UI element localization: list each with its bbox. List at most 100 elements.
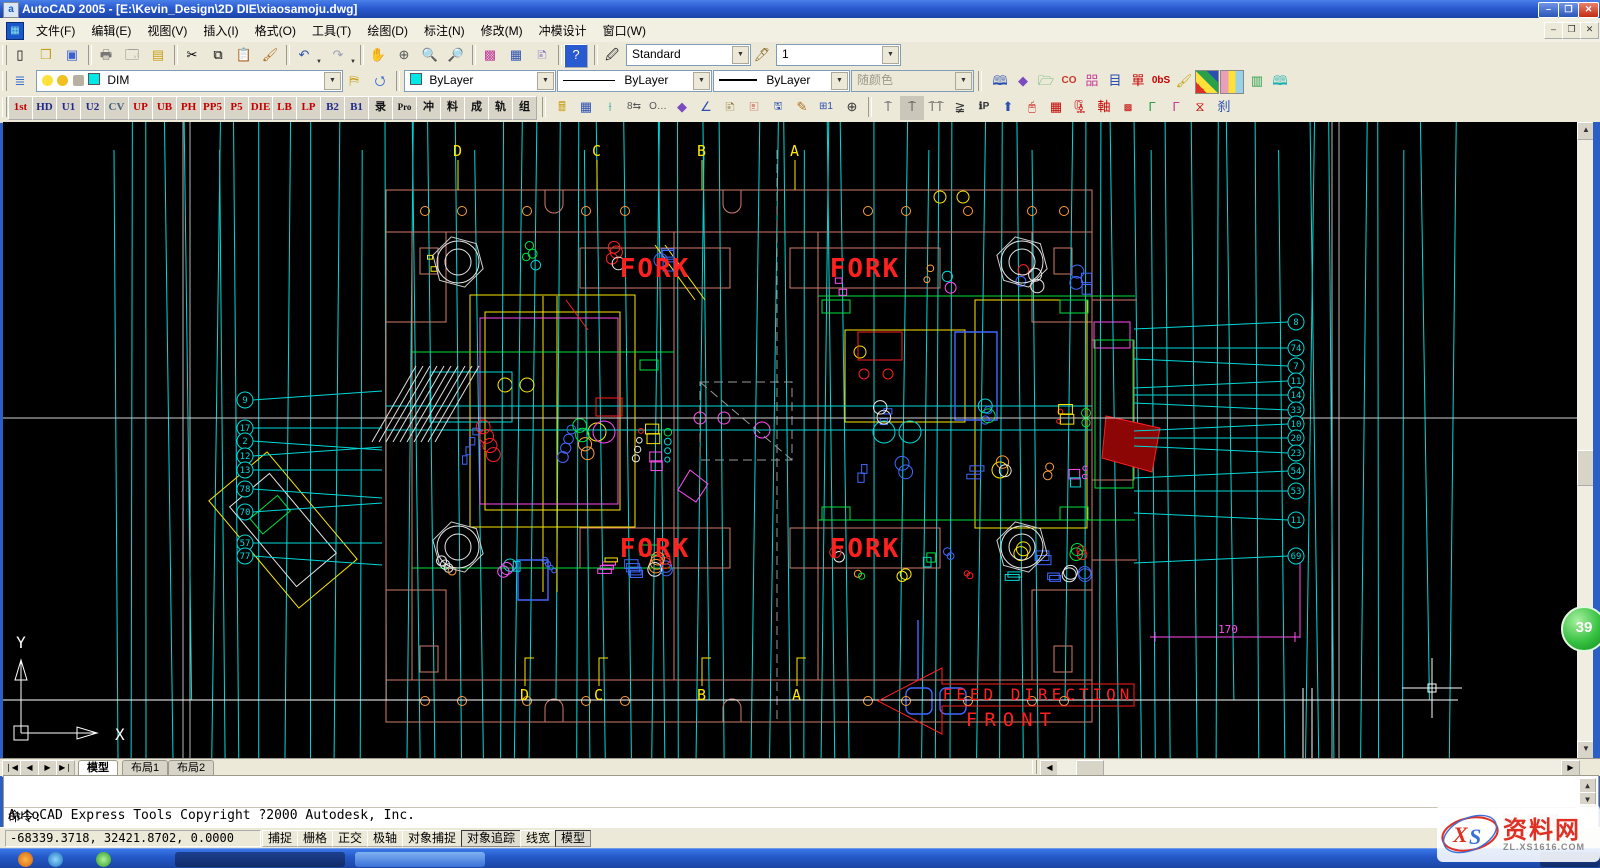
toggle-model[interactable]: 模型 bbox=[555, 830, 591, 847]
new-icon[interactable] bbox=[8, 44, 32, 68]
dim-quick-icon[interactable] bbox=[622, 96, 646, 120]
toggle-polar[interactable]: 极轴 bbox=[367, 830, 403, 847]
die-button-cv[interactable]: CV bbox=[104, 96, 129, 120]
tab-layout2[interactable]: 布局2 bbox=[168, 760, 214, 776]
toolbar-grip[interactable] bbox=[2, 45, 7, 65]
die-button-lp[interactable]: LP bbox=[296, 96, 321, 120]
doc-restore-button[interactable]: ❐ bbox=[1562, 22, 1581, 39]
lock-icon[interactable] bbox=[73, 75, 84, 86]
make-layer-current-icon[interactable] bbox=[342, 70, 366, 94]
dim-edit-icon[interactable] bbox=[718, 96, 742, 120]
tab-layout1[interactable]: 布局1 bbox=[122, 760, 168, 776]
doc-minimize-button[interactable]: – bbox=[1544, 22, 1563, 39]
brush-tool-icon[interactable] bbox=[1172, 70, 1196, 94]
layer-manager-icon[interactable] bbox=[8, 70, 32, 94]
close-button[interactable]: ✕ bbox=[1578, 2, 1599, 18]
die-button-pro[interactable]: Pro bbox=[392, 96, 417, 120]
minimize-button[interactable]: – bbox=[1538, 2, 1559, 18]
doc-close-button[interactable]: ✕ bbox=[1580, 22, 1599, 39]
dim-linear-icon[interactable] bbox=[550, 96, 574, 120]
chevron-down-icon[interactable]: ▼ bbox=[324, 72, 341, 90]
palette-icon[interactable] bbox=[1195, 70, 1219, 94]
toolbar-grip[interactable] bbox=[2, 97, 7, 117]
obs-tool-icon[interactable] bbox=[1149, 70, 1173, 94]
notification-badge[interactable]: 39 bbox=[1561, 606, 1600, 652]
menu-insert[interactable]: 插入(I) bbox=[195, 18, 246, 42]
stripper-icon[interactable] bbox=[1020, 96, 1044, 120]
quicklaunch-icon-1[interactable] bbox=[18, 852, 33, 867]
shaft-icon[interactable] bbox=[1092, 96, 1116, 120]
dim-text-edit-icon[interactable] bbox=[742, 96, 766, 120]
layer-translate-icon[interactable] bbox=[988, 70, 1012, 94]
layer-previous-icon[interactable] bbox=[368, 70, 392, 94]
toggle-lineweight[interactable]: 线宽 bbox=[520, 830, 556, 847]
zoom-realtime-icon[interactable] bbox=[392, 44, 416, 68]
layer-combo[interactable]: DIM ▼ bbox=[36, 70, 343, 92]
menu-format[interactable]: 格式(O) bbox=[247, 18, 304, 42]
die-button-lu[interactable]: 录 bbox=[368, 96, 393, 120]
plot-icon[interactable] bbox=[94, 44, 118, 68]
eraser-icon[interactable] bbox=[1011, 70, 1035, 94]
die-button-liao[interactable]: 料 bbox=[440, 96, 465, 120]
menu-dimension[interactable]: 标注(N) bbox=[416, 18, 473, 42]
vertical-scrollbar[interactable] bbox=[1577, 122, 1593, 758]
scrollbar-splitter[interactable] bbox=[1032, 760, 1037, 774]
knockout-icon[interactable] bbox=[1212, 96, 1236, 120]
chevron-down-icon[interactable]: ▼ bbox=[882, 46, 899, 64]
command-scroll-up-button[interactable] bbox=[1579, 778, 1596, 793]
toggle-grid[interactable]: 栅格 bbox=[297, 830, 333, 847]
zoom-previous-icon[interactable] bbox=[444, 44, 468, 68]
zoom-window-icon[interactable] bbox=[418, 44, 442, 68]
die-button-chong[interactable]: 冲 bbox=[416, 96, 441, 120]
lifter-icon[interactable] bbox=[996, 96, 1020, 120]
chevron-down-icon[interactable]: ▼ bbox=[831, 72, 848, 90]
clamp-icon[interactable] bbox=[1068, 96, 1092, 120]
restore-button[interactable]: ❐ bbox=[1558, 2, 1579, 18]
dim-update-icon[interactable] bbox=[766, 96, 790, 120]
toggle-snap[interactable]: 捕捉 bbox=[262, 830, 298, 847]
chevron-down-icon[interactable]: ▼ bbox=[732, 46, 749, 64]
die-button-zu[interactable]: 组 bbox=[512, 96, 537, 120]
chevron-down-icon[interactable]: ▼ bbox=[693, 72, 710, 90]
menu-window[interactable]: 窗口(W) bbox=[595, 18, 654, 42]
bowtie-icon[interactable] bbox=[1188, 96, 1212, 120]
sun-icon[interactable] bbox=[57, 75, 68, 86]
frame-tool-icon[interactable] bbox=[1080, 70, 1104, 94]
punch-b-icon[interactable] bbox=[900, 96, 924, 120]
menu-file[interactable]: 文件(F) bbox=[28, 18, 83, 42]
menu-die-design[interactable]: 冲模设计 bbox=[531, 18, 595, 42]
die-button-b1[interactable]: B1 bbox=[344, 96, 369, 120]
dim-style-edit-icon[interactable] bbox=[790, 96, 814, 120]
publish-icon[interactable] bbox=[146, 44, 170, 68]
plus-circle-icon[interactable] bbox=[840, 96, 864, 120]
toolbar-grip[interactable] bbox=[2, 71, 7, 91]
die-button-lb[interactable]: LB bbox=[272, 96, 297, 120]
toggle-otrack[interactable]: 对象追踪 bbox=[461, 830, 521, 847]
co-tool-icon[interactable] bbox=[1057, 70, 1081, 94]
menu-view[interactable]: 视图(V) bbox=[139, 18, 195, 42]
dim-table-icon[interactable] bbox=[574, 96, 598, 120]
die-button-u1[interactable]: U1 bbox=[56, 96, 81, 120]
save-icon[interactable] bbox=[60, 44, 84, 68]
horizontal-scrollbar[interactable] bbox=[1057, 760, 1561, 775]
single-tool-icon[interactable] bbox=[1126, 70, 1150, 94]
cut-icon[interactable] bbox=[180, 44, 204, 68]
menu-draw[interactable]: 绘图(D) bbox=[359, 18, 416, 42]
die-button-gui[interactable]: 轨 bbox=[488, 96, 513, 120]
die-button-u2[interactable]: U2 bbox=[80, 96, 105, 120]
tab-model[interactable]: 模型 bbox=[78, 760, 118, 776]
punch-double-icon[interactable] bbox=[924, 96, 948, 120]
die-button-p5[interactable]: P5 bbox=[224, 96, 249, 120]
die-button-pp5[interactable]: PP5 bbox=[200, 96, 225, 120]
redo-icon[interactable]: ▼ bbox=[326, 44, 350, 68]
windows-taskbar[interactable] bbox=[0, 848, 1600, 868]
spa-grid-icon[interactable] bbox=[1116, 96, 1140, 120]
pan-icon[interactable] bbox=[366, 44, 390, 68]
lineweight-combo[interactable]: ByLayer ▼ bbox=[713, 70, 850, 92]
color-combo[interactable]: ByLayer ▼ bbox=[404, 70, 556, 92]
taskbar-app-button-2[interactable] bbox=[355, 852, 485, 867]
quicklaunch-icon-2[interactable] bbox=[48, 852, 63, 867]
die-button-cheng[interactable]: 成 bbox=[464, 96, 489, 120]
layout-list-icon[interactable] bbox=[1245, 70, 1269, 94]
chevron-down-icon[interactable]: ▼ bbox=[537, 72, 554, 90]
